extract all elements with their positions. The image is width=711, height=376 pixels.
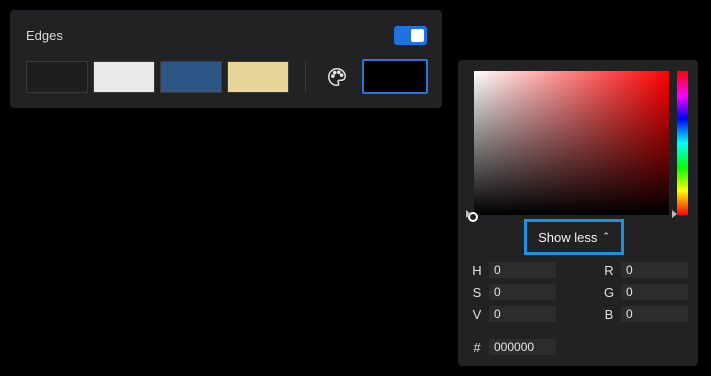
v-label: V xyxy=(472,307,482,322)
edges-toggle[interactable] xyxy=(394,26,427,45)
r-input[interactable]: 0 xyxy=(621,262,688,278)
r-label: R xyxy=(604,263,614,278)
swatch-sand[interactable] xyxy=(227,61,289,93)
hex-input[interactable]: 000000 xyxy=(489,339,556,355)
palette-icon[interactable] xyxy=(326,66,348,88)
sv-marker-icon xyxy=(466,210,471,218)
edges-title: Edges xyxy=(26,28,63,43)
chevron-up-icon: ⌃ xyxy=(602,230,610,241)
saturation-value-area[interactable] xyxy=(468,71,669,222)
show-less-label: Show less xyxy=(538,229,598,245)
swatch-divider xyxy=(305,61,306,93)
swatch-light[interactable] xyxy=(93,61,155,93)
hue-marker-icon xyxy=(672,210,677,218)
show-less-button[interactable]: Show less ⌃ xyxy=(524,219,624,255)
h-input[interactable]: 0 xyxy=(489,262,556,278)
hue-slider[interactable] xyxy=(677,71,688,215)
s-label: S xyxy=(472,285,482,300)
swatch-blue[interactable] xyxy=(160,61,222,93)
s-input[interactable]: 0 xyxy=(489,284,556,300)
b-input[interactable]: 0 xyxy=(621,306,688,322)
h-label: H xyxy=(472,263,482,278)
v-input[interactable]: 0 xyxy=(489,306,556,322)
color-picker-panel: Show less ⌃ H 0 S 0 V 0 R 0 G 0 B 0 # 00… xyxy=(458,60,698,366)
edges-panel: Edges xyxy=(10,10,442,108)
selected-color-swatch[interactable] xyxy=(362,59,428,94)
toggle-knob xyxy=(411,29,424,42)
g-input[interactable]: 0 xyxy=(621,284,688,300)
b-label: B xyxy=(604,307,614,322)
g-label: G xyxy=(603,285,615,300)
swatch-dark[interactable] xyxy=(26,61,88,93)
hex-label: # xyxy=(473,340,481,355)
